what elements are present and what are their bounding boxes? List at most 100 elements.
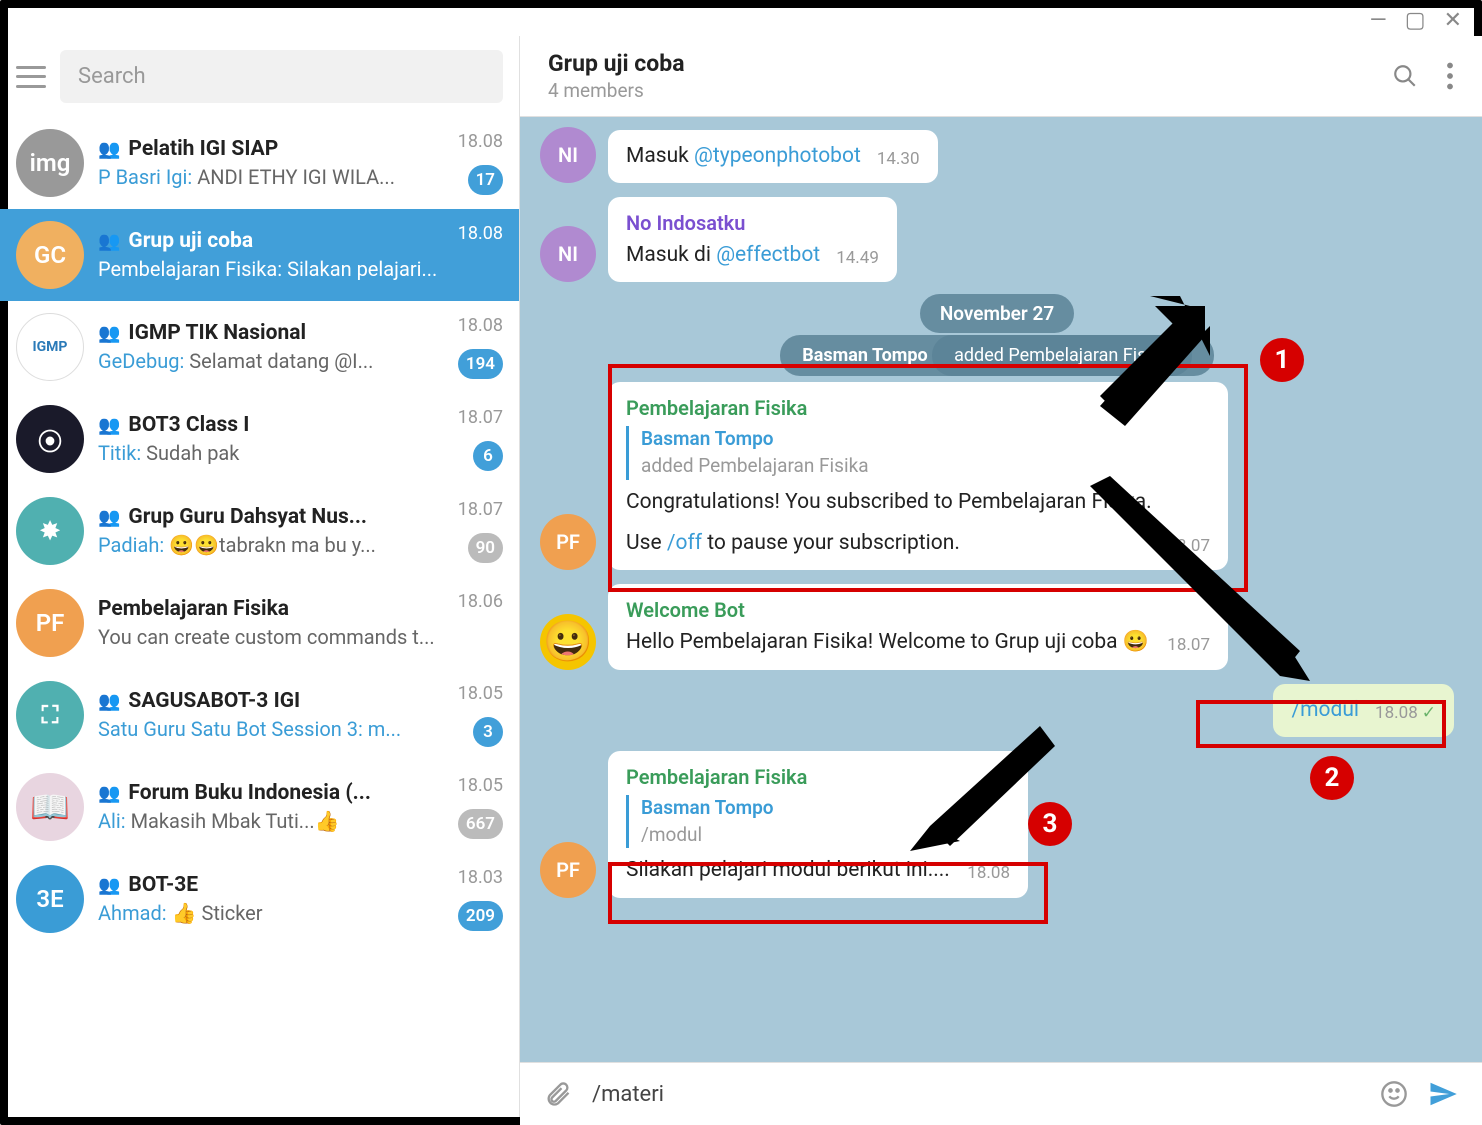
chat-list-item[interactable]: ⦿👥BOT3 Class ITitik: Sudah pak18.076	[0, 393, 519, 485]
chat-title: BOT3 Class I	[128, 413, 249, 437]
chat-list-item[interactable]: 📖👥Forum Buku Indonesia (...Ali: Makasih …	[0, 761, 519, 853]
group-icon: 👥	[98, 875, 120, 896]
chat-list-item[interactable]: img 👥 Pelatih IGI SIAP P Basri Igi: ANDI ET…	[0, 117, 519, 209]
avatar[interactable]: 😀	[540, 614, 596, 670]
message-text: Silakan pelajari modul berikut ini....	[626, 858, 950, 882]
chat-title: SAGUSABOT-3 IGI	[128, 689, 300, 713]
group-icon: 👥	[98, 507, 120, 528]
chat-preview: Ahmad: 👍 Sticker	[98, 901, 503, 925]
avatar[interactable]: NI	[540, 226, 596, 282]
sender-name: Welcome Bot	[626, 596, 1210, 624]
avatar[interactable]: PF	[540, 842, 596, 898]
chat-preview: Padiah: 😀😀tabrakn ma bu y...	[98, 533, 503, 557]
message-bubble[interactable]: Masuk @typeonphotobot 14.30	[608, 130, 938, 183]
chat-time: 18.08	[458, 131, 503, 152]
emoji-icon[interactable]	[1380, 1080, 1408, 1108]
group-icon: 👥	[98, 691, 120, 712]
avatar: 📖	[16, 773, 84, 841]
chat-preview: Titik: Sudah pak	[98, 441, 503, 465]
window-controls: — ▢ ✕	[1370, 8, 1462, 33]
command-link[interactable]: /modul	[1291, 698, 1359, 722]
mention-link[interactable]: @typeonphotobot	[694, 144, 861, 168]
unread-badge: 209	[458, 901, 503, 931]
message-text: Use /off to pause your subscription. 18.…	[626, 529, 1210, 558]
sender-name: Pembelajaran Fisika	[626, 763, 1010, 791]
sender-name: No Indosatku	[626, 209, 879, 237]
message-time: 14.30	[877, 148, 920, 172]
unread-badge: 17	[468, 165, 503, 195]
group-icon: 👥	[98, 415, 120, 436]
chat-list-item[interactable]: ✸ 👥 Grup Guru Dahsyat Nus... Padiah: 😀😀tabr…	[0, 485, 519, 577]
minimize-button[interactable]: —	[1370, 8, 1387, 33]
chat-header: Grup uji coba 4 members	[520, 36, 1482, 117]
chat-title: Pembelajaran Fisika	[98, 597, 289, 621]
message-bubble[interactable]: Welcome Bot Hello Pembelajaran Fisika! W…	[608, 584, 1228, 669]
avatar: ✸	[16, 497, 84, 565]
group-icon: 👥	[98, 231, 120, 252]
avatar[interactable]: PF	[540, 514, 596, 570]
chat-time: 18.08	[458, 223, 503, 244]
close-button[interactable]: ✕	[1444, 8, 1462, 33]
chat-title: Grup Guru Dahsyat Nus...	[128, 505, 367, 529]
chat-time: 18.03	[458, 867, 503, 888]
avatar[interactable]: NI	[540, 127, 596, 183]
send-icon[interactable]	[1428, 1079, 1458, 1109]
chat-preview: P Basri Igi: ANDI ETHY IGI WILA...	[98, 165, 503, 189]
chat-preview: Satu Guru Satu Bot Session 3: m...	[98, 717, 503, 741]
chat-title: Pelatih IGI SIAP	[128, 137, 278, 161]
reply-quote[interactable]: Basman Tompo added Pembelajaran Fisika	[626, 426, 1210, 479]
message-row: NI No Indosatku Masuk di @effectbot 14.4…	[540, 197, 1454, 282]
annotation-marker-1: 1	[1260, 338, 1304, 382]
chat-time: 18.08	[458, 315, 503, 336]
chat-title: Grup uji coba	[128, 229, 253, 253]
chat-preview: GeDebug: Selamat datang @I...	[98, 349, 503, 373]
date-separator: November 27	[540, 302, 1454, 325]
avatar: ⛶	[16, 681, 84, 749]
main-panel: Grup uji coba 4 members NI Masuk @typeon…	[520, 36, 1482, 1125]
check-icon: ✓	[1422, 703, 1436, 723]
reply-quote[interactable]: Basman Tompo /modul	[626, 795, 1010, 848]
chat-preview: Pembelajaran Fisika: Silakan pelajari...	[98, 257, 503, 281]
unread-badge: 3	[473, 717, 503, 747]
search-icon[interactable]	[1392, 63, 1418, 89]
attach-icon[interactable]	[544, 1080, 572, 1108]
chat-list-item[interactable]: 3E👥BOT-3EAhmad: 👍 Sticker18.03209	[0, 853, 519, 945]
message-input[interactable]: /materi	[592, 1082, 1360, 1107]
message-row: PF Pembelajaran Fisika Basman Tompo adde…	[540, 382, 1454, 570]
chat-time: 18.05	[458, 775, 503, 796]
messages-area[interactable]: NI Masuk @typeonphotobot 14.30 NI No Ind…	[520, 117, 1482, 1062]
chat-time: 18.07	[458, 407, 503, 428]
chat-list-item[interactable]: IGMP👥IGMP TIK NasionalGeDebug: Selamat d…	[0, 301, 519, 393]
mention-link[interactable]: @effectbot	[716, 243, 820, 267]
message-time: 18.08	[967, 862, 1010, 886]
group-icon: 👥	[98, 783, 120, 804]
chat-list-item[interactable]: PFPembelajaran FisikaYou can create cust…	[0, 577, 519, 669]
avatar: ⦿	[16, 405, 84, 473]
chat-header-title: Grup uji coba	[548, 50, 685, 77]
avatar: IGMP	[16, 313, 84, 381]
avatar: GC	[16, 221, 84, 289]
message-row: 😀 Welcome Bot Hello Pembelajaran Fisika!…	[540, 584, 1454, 669]
message-bubble[interactable]: Pembelajaran Fisika Basman Tompo added P…	[608, 382, 1228, 570]
chat-header-subtitle: 4 members	[548, 79, 685, 102]
unread-badge: 90	[468, 533, 503, 563]
chat-list-item[interactable]: ⛶ 👥 SAGUSABOT-3 IGI Satu Guru Satu Bot Sess…	[0, 669, 519, 761]
avatar: 3E	[16, 865, 84, 933]
message-bubble[interactable]: Pembelajaran Fisika Basman Tompo /modul …	[608, 751, 1028, 898]
chat-time: 18.07	[458, 499, 503, 520]
message-text: Masuk di	[626, 243, 716, 267]
maximize-button[interactable]: ▢	[1405, 8, 1426, 33]
chat-list-item[interactable]: GC 👥 Grup uji coba Pembelajaran Fisika: Sil…	[0, 209, 519, 301]
message-bubble-outgoing[interactable]: /modul 18.08✓	[1273, 684, 1454, 737]
chat-title: Forum Buku Indonesia (...	[128, 781, 371, 805]
avatar: img	[16, 129, 84, 197]
group-icon: 👥	[98, 139, 120, 160]
message-bubble[interactable]: No Indosatku Masuk di @effectbot 14.49	[608, 197, 897, 282]
more-icon[interactable]	[1446, 62, 1454, 90]
message-row: NI Masuk @typeonphotobot 14.30	[540, 127, 1454, 183]
unread-badge: 194	[458, 349, 503, 379]
command-link[interactable]: /off	[667, 531, 702, 555]
sender-name: Pembelajaran Fisika	[626, 394, 1210, 422]
message-text: Congratulations! You subscribed to Pembe…	[626, 488, 1210, 517]
avatar: PF	[16, 589, 84, 657]
